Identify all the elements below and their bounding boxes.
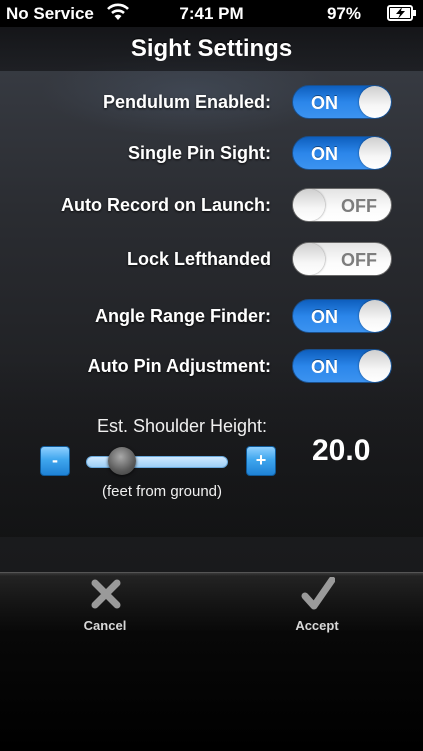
setting-label: Lock Lefthanded: [126, 249, 271, 269]
battery-percent: 97%: [326, 4, 361, 23]
setting-label: Auto Pin Adjustment:: [87, 356, 271, 376]
toggle-state: OFF: [341, 250, 377, 270]
pendulum-toggle[interactable]: ON: [292, 85, 392, 119]
toggle-state: ON: [311, 357, 338, 377]
slider-knob[interactable]: [108, 447, 136, 475]
auto-pin-toggle[interactable]: ON: [292, 349, 392, 383]
accept-button[interactable]: Accept: [257, 573, 377, 643]
setting-label: Angle Range Finder:: [94, 306, 271, 326]
setting-label: Single Pin Sight:: [128, 143, 271, 163]
checkmark-icon: [301, 576, 336, 611]
setting-row-single-pin: Single Pin Sight: ON: [0, 134, 423, 174]
toggle-knob: [293, 189, 325, 221]
toggle-knob: [359, 350, 391, 382]
decrease-button[interactable]: -: [40, 446, 70, 476]
setting-label: Auto Record on Launch:: [61, 195, 271, 215]
increase-button[interactable]: +: [246, 446, 276, 476]
toggle-state: OFF: [341, 196, 377, 216]
toggle-knob: [293, 243, 325, 275]
setting-row-lock-lefthanded: Lock Lefthanded OFF: [0, 240, 423, 280]
setting-row-pendulum: Pendulum Enabled: ON: [0, 83, 423, 123]
toggle-state: ON: [311, 144, 338, 164]
setting-row-angle-range: Angle Range Finder: ON: [0, 297, 423, 337]
status-bar: No Service 7:41 PM 97%: [0, 0, 423, 27]
lock-lefthanded-toggle[interactable]: OFF: [292, 242, 392, 276]
cancel-button[interactable]: Cancel: [45, 573, 165, 643]
navigation-bar: Sight Settings: [0, 27, 423, 71]
toggle-state: ON: [311, 93, 338, 113]
angle-range-toggle[interactable]: ON: [292, 299, 392, 333]
toggle-knob: [359, 300, 391, 332]
bottom-toolbar: Cancel Accept: [0, 572, 423, 751]
setting-row-auto-record: Auto Record on Launch: OFF: [0, 186, 423, 226]
toggle-knob: [359, 137, 391, 169]
shoulder-height-unit: (feet from ground): [101, 483, 223, 500]
x-icon: [89, 577, 123, 611]
toggle-state: ON: [311, 307, 338, 327]
page-title: Sight Settings: [130, 35, 293, 62]
single-pin-toggle[interactable]: ON: [292, 136, 392, 170]
battery-charging-icon: [387, 5, 417, 26]
toggle-knob: [359, 86, 391, 118]
cancel-label: Cancel: [83, 618, 127, 633]
accept-label: Accept: [295, 618, 339, 633]
setting-row-auto-pin: Auto Pin Adjustment: ON: [0, 347, 423, 387]
shoulder-height-value: 20.0: [312, 434, 371, 467]
auto-record-toggle[interactable]: OFF: [292, 188, 392, 222]
shoulder-height-label: Est. Shoulder Height:: [96, 416, 268, 436]
setting-label: Pendulum Enabled:: [102, 92, 271, 112]
